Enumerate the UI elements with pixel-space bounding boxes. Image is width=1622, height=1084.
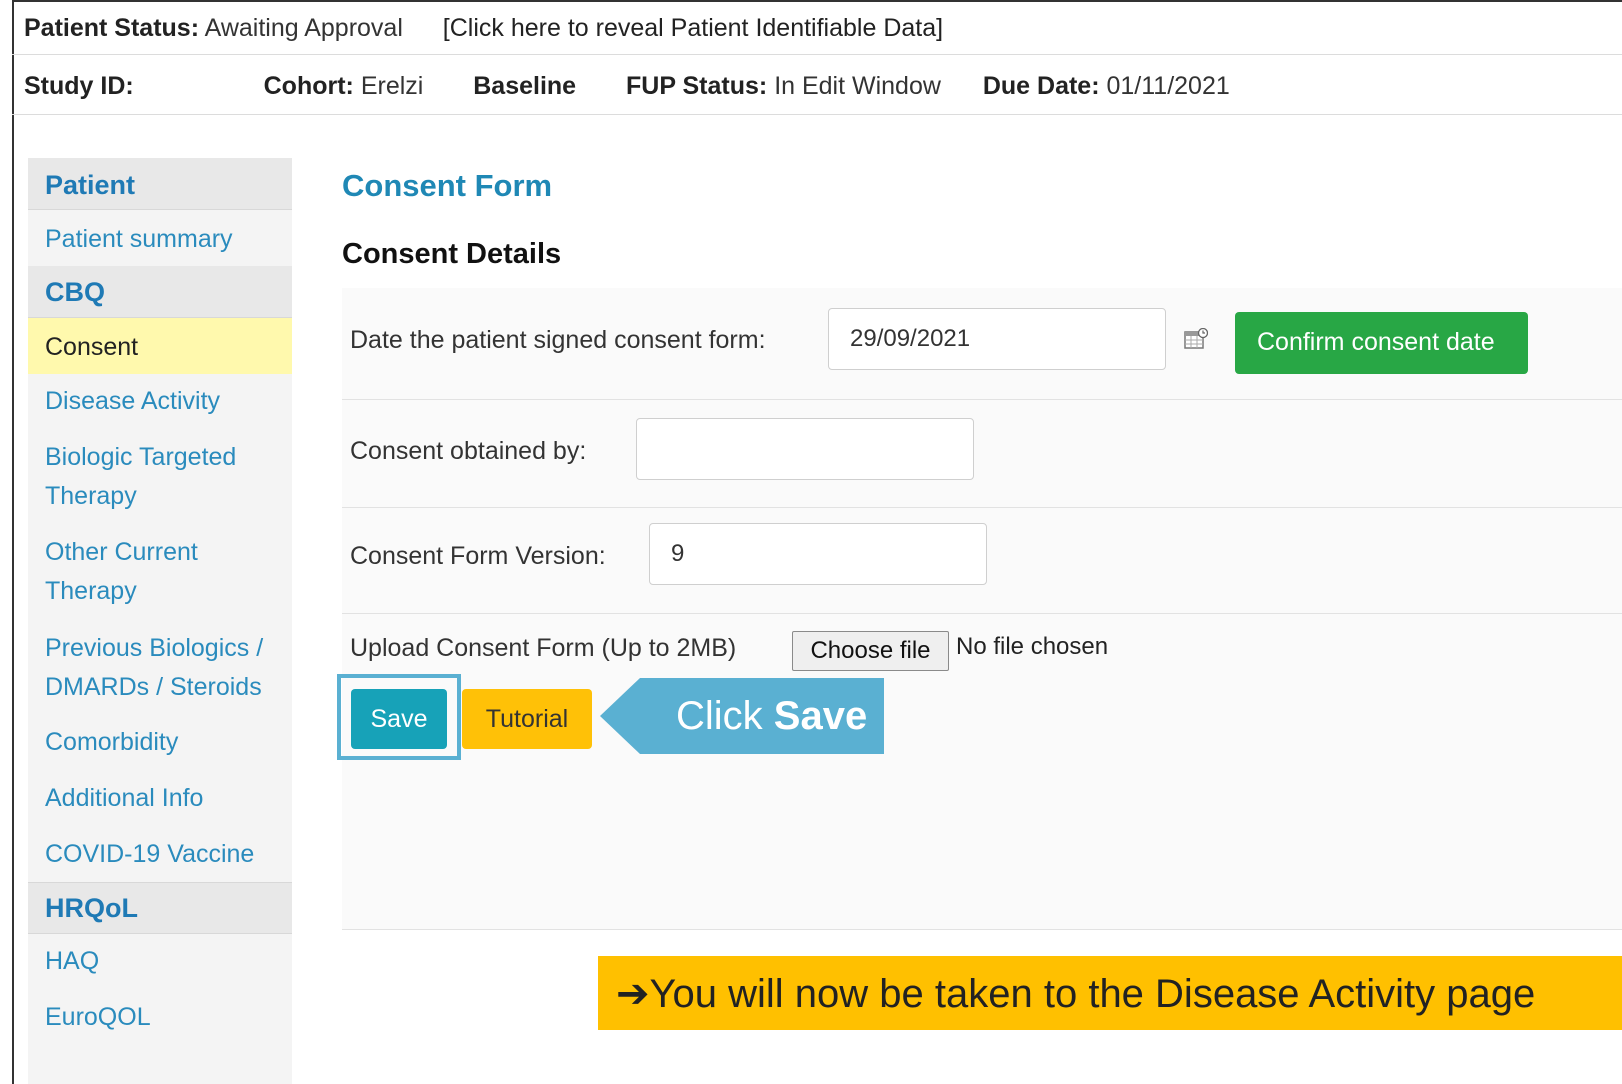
form-row-date-signed: Date the patient signed consent form: 29… bbox=[342, 288, 1622, 400]
consent-details-panel: Date the patient signed consent form: 29… bbox=[342, 288, 1622, 930]
callout-body: Click Save bbox=[640, 678, 884, 754]
due-date-label: Due Date: bbox=[982, 72, 1100, 100]
page-title: Consent Form bbox=[342, 168, 553, 203]
patient-status-bar: Patient Status: Awaiting Approval [Click… bbox=[24, 14, 1622, 43]
sidebar-item-comorbidity[interactable]: Comorbidity bbox=[28, 716, 292, 772]
sidebar-item-label: Previous Biologics / bbox=[45, 634, 264, 662]
upload-label: Upload Consent Form (Up to 2MB) bbox=[350, 634, 737, 662]
next-page-notice: ➔You will now be taken to the Disease Ac… bbox=[598, 956, 1622, 1030]
sidebar-item-label: Other Current bbox=[45, 538, 198, 566]
form-row-upload: Upload Consent Form (Up to 2MB) bbox=[342, 614, 1622, 930]
main-content: Consent Form Consent Details Date the pa… bbox=[337, 158, 1622, 1084]
sidebar-item-additional-info[interactable]: Additional Info bbox=[28, 772, 292, 828]
sidebar-item-haq[interactable]: HAQ bbox=[28, 934, 292, 990]
date-signed-label: Date the patient signed consent form: bbox=[350, 326, 766, 354]
reveal-identifiable-data-link[interactable]: [Click here to reveal Patient Identifiab… bbox=[443, 14, 943, 42]
cohort-label: Cohort: bbox=[263, 72, 354, 100]
sidebar-item-label: Therapy bbox=[45, 482, 137, 510]
header-divider bbox=[12, 54, 1622, 55]
save-button[interactable]: Save bbox=[351, 689, 447, 749]
study-id-label: Study ID: bbox=[24, 72, 134, 100]
obtained-by-label: Consent obtained by: bbox=[350, 437, 587, 465]
sidebar-item-biologic-targeted-therapy[interactable]: Biologic Targeted Therapy bbox=[28, 430, 292, 525]
right-arrow-icon: ➔ bbox=[616, 972, 650, 1016]
form-row-version: Consent Form Version: 9 bbox=[342, 508, 1622, 614]
form-row-obtained-by: Consent obtained by: bbox=[342, 400, 1622, 508]
study-info-bar: Study ID: Cohort: Erelzi Baseline FUP St… bbox=[24, 72, 1622, 101]
sidebar-item-covid-vaccine[interactable]: COVID-19 Vaccine bbox=[28, 828, 292, 882]
due-date-value: 01/11/2021 bbox=[1106, 72, 1230, 100]
patient-status-label: Patient Status: bbox=[24, 14, 200, 42]
sidebar-item-label: Biologic Targeted bbox=[45, 443, 237, 471]
callout-bold: Save bbox=[773, 694, 868, 738]
date-signed-input[interactable]: 29/09/2021 bbox=[828, 308, 1166, 370]
callout-arrow bbox=[600, 678, 640, 754]
section-title: Consent Details bbox=[342, 238, 562, 270]
sidebar-heading-hrqol: HRQoL bbox=[28, 882, 292, 934]
sidebar-item-consent[interactable]: Consent bbox=[28, 318, 292, 374]
sidebar-item-patient-summary[interactable]: Patient summary bbox=[28, 210, 292, 266]
callout-prefix: Click bbox=[676, 694, 763, 738]
header-divider bbox=[12, 114, 1622, 115]
obtained-by-input[interactable] bbox=[636, 418, 974, 480]
calendar-icon[interactable] bbox=[1184, 328, 1208, 350]
sidebar-item-other-current-therapy[interactable]: Other Current Therapy bbox=[28, 525, 292, 620]
cohort-value: Erelzi bbox=[360, 72, 424, 100]
sidebar: Patient Patient summary CBQ Consent Dise… bbox=[28, 158, 292, 1084]
sidebar-heading-patient: Patient bbox=[28, 158, 292, 210]
sidebar-item-label: Therapy bbox=[45, 577, 137, 605]
sidebar-item-previous-biologics[interactable]: Previous Biologics / DMARDs / Steroids bbox=[28, 620, 292, 716]
click-save-callout: Click Save bbox=[600, 678, 884, 754]
notice-text: You will now be taken to the Disease Act… bbox=[649, 972, 1536, 1016]
visit-label: Baseline bbox=[473, 72, 577, 100]
confirm-consent-date-button[interactable]: Confirm consent date bbox=[1235, 312, 1528, 374]
fup-status-value: In Edit Window bbox=[774, 72, 941, 100]
version-label: Consent Form Version: bbox=[350, 542, 606, 570]
choose-file-button[interactable]: Choose file bbox=[792, 631, 949, 671]
reveal-link-text: Click here to reveal Patient Identifiabl… bbox=[449, 14, 937, 42]
sidebar-item-euroqol[interactable]: EuroQOL bbox=[28, 990, 292, 1046]
fup-status-label: FUP Status: bbox=[626, 72, 768, 100]
version-input[interactable]: 9 bbox=[649, 523, 987, 585]
tutorial-button[interactable]: Tutorial bbox=[462, 689, 592, 749]
sidebar-item-label: DMARDs / Steroids bbox=[45, 673, 262, 701]
file-status-text: No file chosen bbox=[956, 633, 1109, 660]
sidebar-heading-cbq: CBQ bbox=[28, 266, 292, 318]
patient-status-value: Awaiting Approval bbox=[204, 14, 403, 42]
sidebar-item-disease-activity[interactable]: Disease Activity bbox=[28, 374, 292, 430]
